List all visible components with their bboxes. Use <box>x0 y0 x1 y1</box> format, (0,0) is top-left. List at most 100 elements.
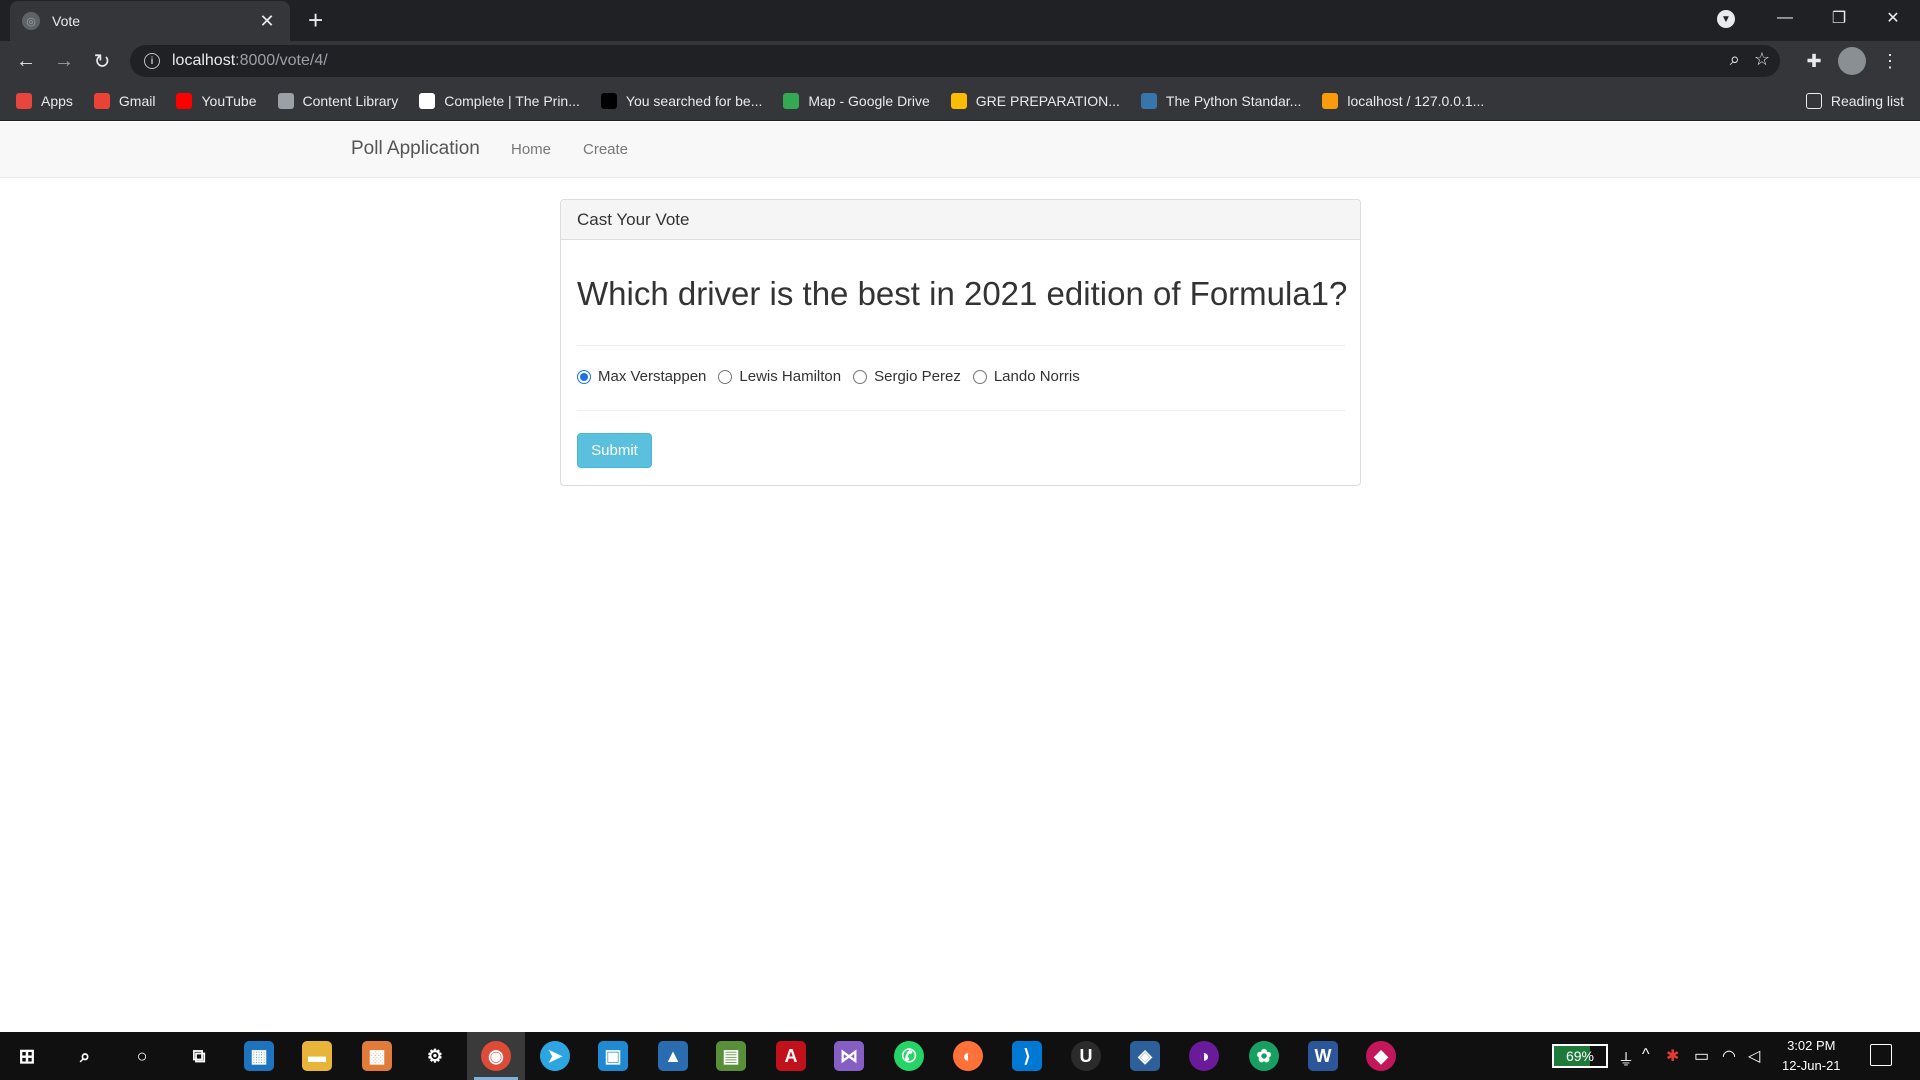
bookmark-label: You searched for be... <box>625 92 763 109</box>
browser-toolbar: ← → ↻ i localhost:8000/vote/4/ ⌕ ☆ ✚ ⋮ <box>0 41 1920 81</box>
task-view-icon[interactable]: ⧉ <box>184 1041 214 1071</box>
telegram-icon[interactable]: ➤ <box>540 1041 570 1071</box>
volume-icon[interactable]: ◁ <box>1748 1046 1760 1066</box>
bookmark-star-icon[interactable]: ☆ <box>1754 49 1770 70</box>
google-drive-icon <box>783 92 800 109</box>
extensions-icon[interactable]: ✚ <box>1800 51 1828 72</box>
choice-label: Lewis Hamilton <box>739 368 842 385</box>
reading-list-button[interactable]: Reading list <box>1805 81 1904 121</box>
choice-label: Sergio Perez <box>874 368 961 385</box>
bookmark-label: Apps <box>41 92 73 109</box>
zoom-icon[interactable]: ⌕ <box>1730 49 1740 70</box>
browser-titlebar: ◎ Vote ✕ + ▼ — ❐ ✕ <box>0 0 1920 41</box>
settings-gear-icon[interactable]: ⚙ <box>420 1041 450 1071</box>
app-icon[interactable]: ▤ <box>716 1041 746 1071</box>
radio-button[interactable] <box>972 369 987 384</box>
radio-button[interactable] <box>718 369 733 384</box>
forward-icon[interactable]: → <box>50 47 78 75</box>
phpmyadmin-icon <box>1322 92 1339 109</box>
app-icon[interactable]: ◆ <box>1366 1041 1396 1071</box>
virtualbox-icon[interactable]: ◈ <box>1130 1041 1160 1071</box>
panel-title: Cast Your Vote <box>561 200 1360 240</box>
tray-app-icon[interactable]: ✱ <box>1666 1046 1679 1066</box>
bookmark-item[interactable]: Apps <box>16 92 73 109</box>
chevron-up-icon[interactable]: ^ <box>1642 1046 1650 1064</box>
info-icon[interactable]: i <box>144 53 160 69</box>
bookmark-item[interactable]: The Python Standar... <box>1140 92 1302 109</box>
menu-kebab-icon[interactable]: ⋮ <box>1876 51 1904 72</box>
choice-option[interactable]: Sergio Perez <box>853 368 961 385</box>
clock[interactable]: 3:02 PM 12-Jun-21 <box>1782 1036 1841 1076</box>
choice-option[interactable]: Lando Norris <box>972 368 1080 385</box>
minimize-icon[interactable]: — <box>1758 9 1812 27</box>
search-icon[interactable]: ⌕ <box>70 1041 100 1071</box>
bookmark-item[interactable]: Gmail <box>93 92 156 109</box>
chrome-icon[interactable]: ◉ <box>481 1041 511 1071</box>
browser-tab[interactable]: ◎ Vote ✕ <box>10 1 290 41</box>
app-icon[interactable]: ▩ <box>362 1041 392 1071</box>
radio-button[interactable] <box>853 369 868 384</box>
cortana-icon[interactable]: ○ <box>127 1041 157 1071</box>
radio-button[interactable] <box>577 369 591 384</box>
bookmark-label: Map - Google Drive <box>808 92 930 109</box>
bookmark-item[interactable]: Map - Google Drive <box>783 92 930 109</box>
tor-icon[interactable]: ◑ <box>1189 1041 1219 1071</box>
bookmark-label: Gmail <box>118 92 156 109</box>
google-drive-icon <box>950 92 967 109</box>
avatar[interactable] <box>1838 47 1866 75</box>
battery-indicator[interactable]: 69% <box>1552 1044 1608 1068</box>
python-icon <box>1140 92 1157 109</box>
battery-icon[interactable]: ▭ <box>1694 1046 1709 1066</box>
gmail-icon <box>93 92 110 109</box>
bookmark-item[interactable]: YouTube <box>176 92 257 109</box>
app-icon[interactable]: ▣ <box>598 1041 628 1071</box>
file-explorer-icon[interactable]: ▬ <box>302 1041 332 1071</box>
power-plug-icon: ⏚ <box>1618 1052 1635 1069</box>
globe-icon: ◎ <box>22 12 40 30</box>
bookmark-label: The Python Standar... <box>1165 92 1302 109</box>
brand-link[interactable]: Poll Application <box>351 138 480 160</box>
submit-button[interactable]: Submit <box>577 433 652 468</box>
nav-home-link[interactable]: Home <box>511 141 551 158</box>
bookmark-item[interactable]: localhost / 127.0.0.1... <box>1322 92 1485 109</box>
vote-panel: Cast Your Vote Which driver is the best … <box>560 199 1361 486</box>
nav-create-link[interactable]: Create <box>583 141 628 158</box>
choice-option[interactable]: Max Verstappen <box>577 368 706 385</box>
bookmark-label: Content Library <box>302 92 399 109</box>
firefox-icon[interactable]: ◐ <box>953 1041 983 1071</box>
windows-start-icon[interactable]: ⊞ <box>12 1041 42 1071</box>
bookmarks-bar: Apps Gmail YouTube Content Library Complete … <box>0 81 1920 121</box>
notification-icon[interactable] <box>1870 1044 1892 1066</box>
word-icon[interactable]: W <box>1308 1041 1338 1071</box>
bookmark-label: YouTube <box>201 92 257 109</box>
store-icon[interactable]: ▦ <box>244 1041 274 1071</box>
bookmark-item[interactable]: Content Library <box>277 92 399 109</box>
back-icon[interactable]: ← <box>12 47 40 75</box>
window-controls: — ❐ ✕ <box>1758 0 1920 36</box>
address-bar[interactable]: i localhost:8000/vote/4/ ⌕ ☆ <box>130 45 1780 77</box>
site-navbar: Poll Application Home Create <box>0 122 1920 178</box>
bookmark-item[interactable]: GRE PREPARATION... <box>950 92 1120 109</box>
whatsapp-icon[interactable]: ✆ <box>894 1041 924 1071</box>
bookmark-item[interactable]: You searched for be... <box>600 92 763 109</box>
restore-icon[interactable]: ❐ <box>1812 8 1866 28</box>
close-window-icon[interactable]: ✕ <box>1866 8 1920 28</box>
wifi-icon[interactable]: ◠ <box>1722 1046 1736 1066</box>
unreal-engine-icon[interactable]: U <box>1071 1041 1101 1071</box>
new-tab-button[interactable]: + <box>308 7 323 33</box>
clock-time: 3:02 PM <box>1787 1038 1836 1053</box>
tab-search-icon[interactable]: ▼ <box>1717 10 1735 28</box>
close-tab-icon[interactable]: ✕ <box>256 11 278 32</box>
windows-taskbar: ⊞ ⌕ ○ ⧉ ▦ ▬ ▩ ⚙ ◉ ➤ ▣ ▲ ▤ A ⋈ ✆ ◐ ⟩ U ◈ … <box>0 1032 1920 1080</box>
g-icon <box>600 92 617 109</box>
choice-option[interactable]: Lewis Hamilton <box>718 368 841 385</box>
acrobat-icon[interactable]: A <box>776 1041 806 1071</box>
youtube-icon <box>176 92 193 109</box>
vscode-icon[interactable]: ⟩ <box>1012 1041 1042 1071</box>
visual-studio-icon[interactable]: ⋈ <box>834 1041 864 1071</box>
photos-icon[interactable]: ▲ <box>658 1041 688 1071</box>
bookmark-label: localhost / 127.0.0.1... <box>1347 92 1485 109</box>
reload-icon[interactable]: ↻ <box>88 47 116 75</box>
bookmark-item[interactable]: Complete | The Prin... <box>419 92 580 109</box>
app-icon[interactable]: ✿ <box>1249 1041 1279 1071</box>
